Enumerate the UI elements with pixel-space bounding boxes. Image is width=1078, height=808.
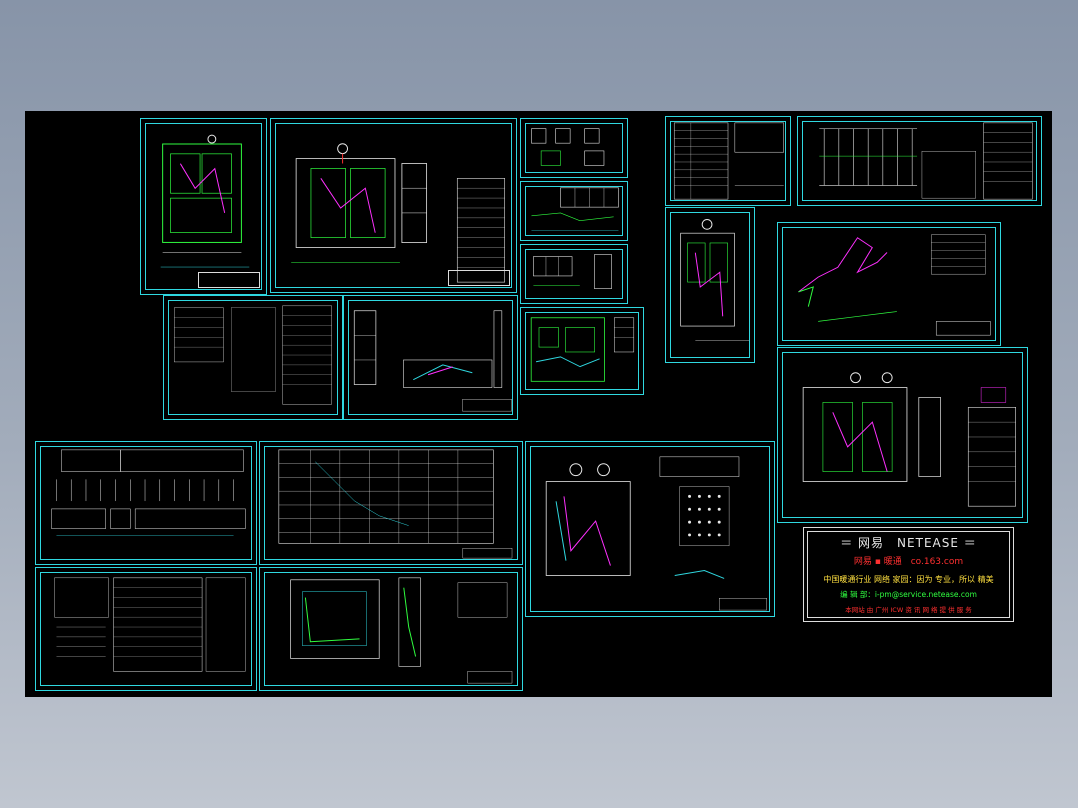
drawing-sheet-isometric-piping[interactable] — [777, 222, 1001, 346]
floor-plan-drawing — [290, 577, 513, 684]
drawing-sheet-riser-diagram-1[interactable] — [797, 116, 1042, 206]
drawing-sheet-floor-plan-2[interactable] — [270, 118, 517, 293]
drawing-sheet-equipment-list[interactable] — [35, 567, 257, 691]
drawing-sheet-system-table[interactable] — [259, 441, 523, 565]
drawing-sheet-floor-plan-5[interactable] — [525, 441, 775, 617]
drawing-sheet-schedule-1[interactable] — [665, 116, 791, 206]
netease-title: ＝ 网易 NETEASE ＝ — [840, 536, 977, 550]
drawing-sheet-floor-plan-6[interactable] — [259, 567, 523, 691]
plan-section-drawing — [291, 143, 506, 283]
title-block — [198, 272, 260, 288]
floor-plan-drawing — [680, 219, 750, 341]
system-table-drawing — [278, 449, 513, 559]
section-drawing — [353, 310, 512, 412]
detail-drawing — [533, 254, 612, 289]
riser-diagram — [819, 122, 1033, 200]
plan-section-drawing — [802, 372, 1016, 507]
netease-provider: 本网站 由 广州 ICW 资 讯 网 络 提 供 服 务 — [845, 606, 972, 614]
schedule-table — [673, 122, 784, 200]
netease-slogan: 中国暖通行业 网络 家园：因为 专业，所以 精美 — [823, 575, 994, 584]
drawing-sheet-electrical-schematic[interactable] — [35, 441, 257, 565]
drawing-sheet-detail-1[interactable] — [520, 118, 628, 178]
drawing-sheet-floor-plan-1[interactable] — [140, 118, 267, 295]
drawing-sheet-equipment-room[interactable] — [520, 307, 644, 395]
equipment-list-table — [54, 577, 246, 672]
equipment-room-drawing — [530, 317, 635, 382]
drawing-sheet-detail-3[interactable] — [520, 244, 628, 304]
cad-drawing-canvas[interactable]: ＝ 网易 NETEASE ＝ 网易 ▪ 暖通 co.163.com 中国暖通行业… — [25, 111, 1052, 697]
floor-plan-drawing — [545, 456, 767, 611]
drawing-sheet-detail-2[interactable] — [520, 181, 628, 241]
drawing-sheet-specifications[interactable] — [163, 295, 343, 420]
netease-subtitle[interactable]: 网易 ▪ 暖通 co.163.com — [804, 554, 1013, 567]
netease-contact[interactable]: 编 辑 部：i-pm@service.netease.com — [804, 589, 1013, 600]
specification-table — [174, 305, 332, 405]
drawing-sheet-section[interactable] — [343, 295, 518, 420]
drawing-sheet-floor-plan-4[interactable] — [777, 347, 1028, 523]
detail-drawing — [531, 187, 619, 231]
title-block — [448, 270, 510, 286]
floor-plan-drawing — [160, 134, 250, 268]
netease-info-panel: ＝ 网易 NETEASE ＝ 网易 ▪ 暖通 co.163.com 中国暖通行业… — [803, 527, 1014, 622]
electrical-schematic — [51, 449, 246, 536]
detail-drawing — [531, 128, 605, 166]
drawing-sheet-floor-plan-3[interactable] — [665, 207, 755, 363]
isometric-piping-drawing — [798, 234, 991, 336]
